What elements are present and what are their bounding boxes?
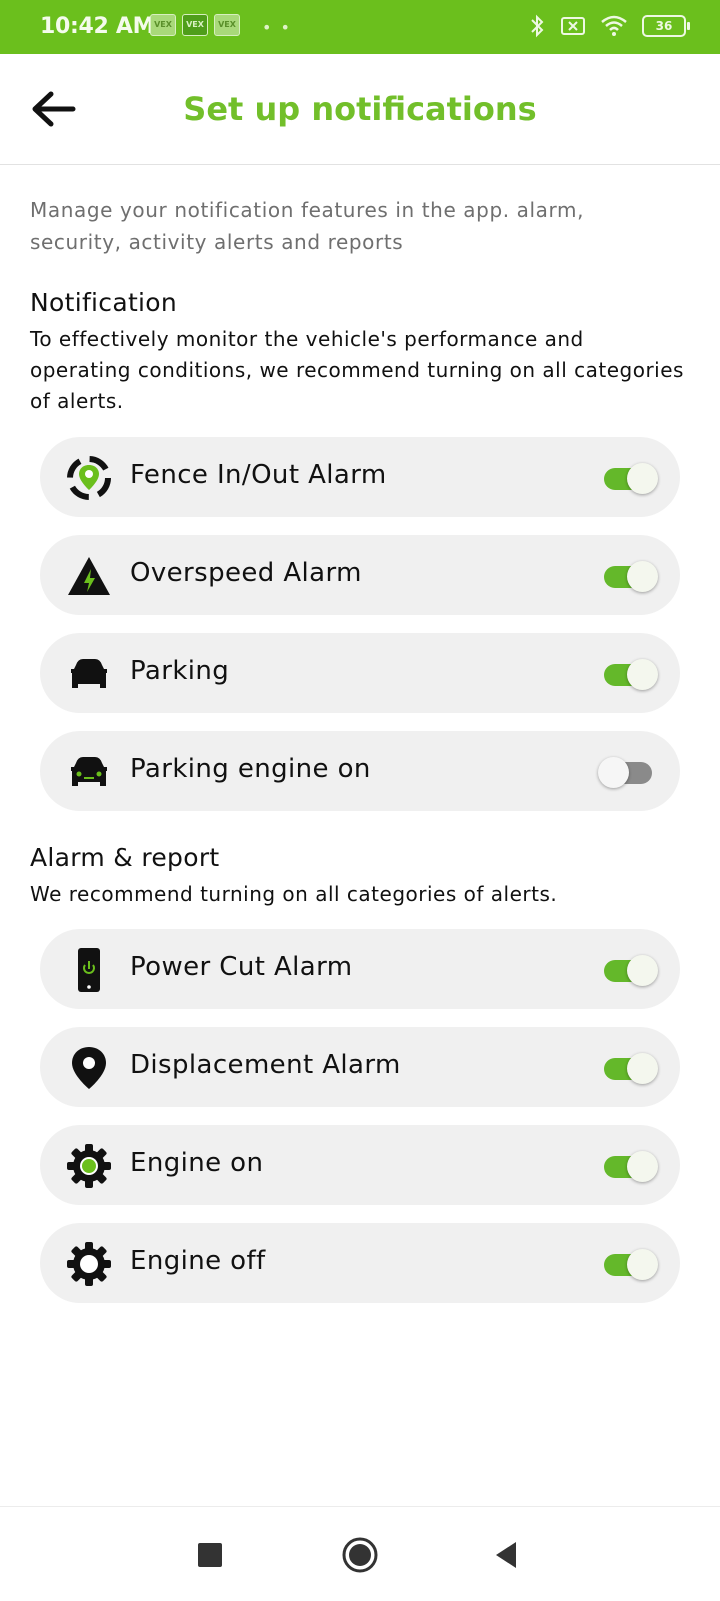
status-right-icons: 36 — [528, 14, 690, 38]
overspeed-alarm-toggle[interactable] — [602, 561, 658, 592]
setting-row-engine-off[interactable]: Engine off — [40, 1223, 680, 1303]
overspeed-warning-icon — [66, 553, 112, 599]
setting-label: Fence In/Out Alarm — [130, 460, 387, 490]
phone-power-icon — [66, 947, 112, 993]
power-cut-alarm-toggle[interactable] — [602, 955, 658, 986]
status-more-dots: • • — [262, 18, 292, 37]
sim-off-icon — [561, 17, 585, 35]
bluetooth-icon — [531, 14, 544, 38]
system-nav-bar — [0, 1506, 720, 1601]
notification-section-title: Notification — [30, 288, 178, 317]
setting-row-displacement-alarm[interactable]: Displacement Alarm — [40, 1027, 680, 1107]
vex-app-icon: VEX — [214, 14, 240, 36]
status-time: 10:42 AM — [40, 14, 155, 39]
setting-row-fence-alarm[interactable]: Fence In/Out Alarm — [40, 437, 680, 517]
geofence-icon — [66, 455, 112, 501]
setting-label: Displacement Alarm — [130, 1050, 401, 1080]
system-back-button[interactable] — [486, 1535, 526, 1575]
status-app-icons: VEX VEX VEX — [150, 14, 240, 36]
setting-row-overspeed-alarm[interactable]: Overspeed Alarm — [40, 535, 680, 615]
displacement-alarm-toggle[interactable] — [602, 1053, 658, 1084]
gear-icon — [66, 1241, 112, 1287]
parking-toggle[interactable] — [602, 659, 658, 690]
alarm-list: Power Cut Alarm Displacement Alarm Engin… — [40, 929, 680, 1321]
setting-label: Overspeed Alarm — [130, 558, 362, 588]
engine-off-toggle[interactable] — [602, 1249, 658, 1280]
app-header: Set up notifications — [0, 54, 720, 165]
setting-label: Engine on — [130, 1148, 264, 1178]
setting-row-parking-engine-on[interactable]: Parking engine on — [40, 731, 680, 811]
wifi-icon — [601, 15, 627, 36]
alarm-section-title: Alarm & report — [30, 843, 220, 872]
gear-active-icon — [66, 1143, 112, 1189]
setting-label: Engine off — [130, 1246, 266, 1276]
setting-row-parking[interactable]: Parking — [40, 633, 680, 713]
car-engine-on-icon — [66, 749, 112, 795]
home-icon — [342, 1537, 378, 1573]
car-icon — [66, 651, 112, 697]
setting-row-power-cut-alarm[interactable]: Power Cut Alarm — [40, 929, 680, 1009]
vex-app-icon: VEX — [182, 14, 208, 36]
setting-label: Power Cut Alarm — [130, 952, 353, 982]
status-bar: 10:42 AM VEX VEX VEX • • 36 — [0, 0, 720, 54]
engine-on-toggle[interactable] — [602, 1151, 658, 1182]
page-title: Set up notifications — [183, 90, 537, 128]
setting-label: Parking — [130, 656, 230, 686]
setting-label: Parking engine on — [130, 754, 371, 784]
location-pin-icon — [66, 1045, 112, 1091]
setting-row-engine-on[interactable]: Engine on — [40, 1125, 680, 1205]
home-button[interactable] — [340, 1535, 380, 1575]
back-icon — [496, 1542, 516, 1568]
intro-text: Manage your notification features in the… — [30, 198, 585, 254]
alarm-section-description: We recommend turning on all categories o… — [30, 882, 558, 906]
notification-section-description: To effectively monitor the vehicle's per… — [30, 327, 684, 413]
recent-apps-icon — [198, 1543, 222, 1567]
fence-alarm-toggle[interactable] — [602, 463, 658, 494]
parking-engine-on-toggle[interactable] — [598, 757, 656, 788]
vex-app-icon: VEX — [150, 14, 176, 36]
recent-apps-button[interactable] — [190, 1535, 230, 1575]
notification-list: Fence In/Out Alarm Overspeed Alarm Parki… — [40, 437, 680, 829]
battery-icon: 36 — [642, 15, 690, 37]
